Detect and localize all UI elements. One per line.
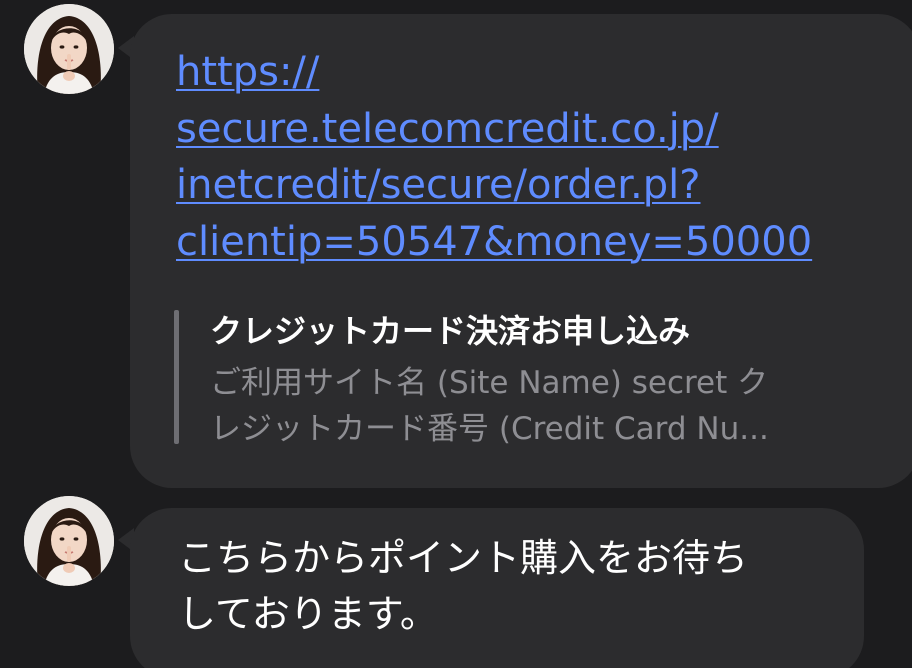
preview-description-line: レジットカード番号 (Credit Card Nu... <box>210 411 769 447</box>
url-link-line[interactable]: https:// <box>176 44 876 101</box>
message-text-line: しております。 <box>178 592 438 636</box>
user-avatar-icon <box>24 496 114 586</box>
preview-description-line: ご利用サイト名 (Site Name) secret ク <box>210 365 769 401</box>
url-link-line[interactable]: inetcredit/secure/order.pl? <box>176 157 876 214</box>
message-text: こちらからポイント購入をお待ち しております。 <box>178 530 858 642</box>
preview-title: クレジットカード決済お申し込み <box>210 312 691 350</box>
url-link[interactable]: https:// secure.telecomcredit.co.jp/ ine… <box>176 44 876 270</box>
user-avatar-icon <box>24 4 114 94</box>
url-link-line[interactable]: clientip=50547&money=50000 <box>176 214 876 271</box>
url-link-line[interactable]: secure.telecomcredit.co.jp/ <box>176 101 876 158</box>
sender-avatar[interactable] <box>24 496 114 586</box>
message-text-line: こちらからポイント購入をお待ち <box>178 536 749 580</box>
preview-description: ご利用サイト名 (Site Name) secret ク レジットカード番号 (… <box>210 360 870 452</box>
sender-avatar[interactable] <box>24 4 114 94</box>
link-preview-card[interactable]: クレジットカード決済お申し込み ご利用サイト名 (Site Name) secr… <box>174 308 874 447</box>
chat-conversation: https:// secure.telecomcredit.co.jp/ ine… <box>0 0 912 668</box>
preview-accent-bar <box>174 310 179 444</box>
